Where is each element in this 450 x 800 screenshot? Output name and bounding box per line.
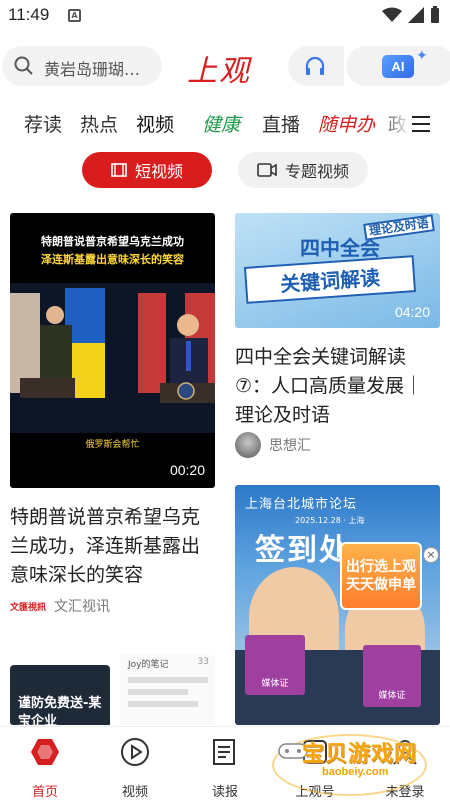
close-ad-icon[interactable]: × — [423, 547, 439, 563]
search-bar[interactable]: 黄岩岛珊瑚… — [2, 46, 162, 86]
video-duration: 00:20 — [169, 462, 205, 478]
overlay-sign: 签到处 — [255, 533, 351, 568]
topic-video-label: 专题视频 — [284, 162, 349, 181]
nav-video[interactable]: 视频 — [100, 735, 170, 800]
press-badge: 媒体证 — [245, 635, 305, 695]
floating-ad-banner[interactable]: 出行选上观 天天做申单 — [340, 542, 422, 610]
source-name: 文汇视讯 — [54, 599, 111, 615]
app-header: 黄岩岛珊瑚… 上观 AI ✦ — [0, 44, 450, 90]
home-icon — [31, 739, 59, 765]
video-title[interactable]: 特朗普说普京希望乌克兰成功，泽连斯基露出意味深长的笑容 — [10, 503, 215, 590]
tab-suishenban[interactable]: 随申办 — [318, 110, 375, 137]
video-thumbnail-forum[interactable]: 上海台北城市论坛 2025.12.28 · 上海 签到处 媒体证 媒体证 出行选… — [235, 485, 440, 725]
video-source[interactable]: 思想汇 — [235, 432, 311, 458]
source-avatar — [235, 432, 261, 458]
video-title[interactable]: 四中全会关键词解读⑦：人口高质量发展｜理论及时语 — [235, 343, 440, 430]
topic-video-tab[interactable]: 专题视频 — [238, 152, 368, 188]
overlay-header: 上海台北城市论坛 — [245, 497, 358, 512]
video-duration: 04:20 — [394, 304, 430, 320]
channel-tabs: 荐读 热点 视频 健康 直播 随申办 政 — [0, 104, 450, 144]
overlay-caption: 俄罗斯会帮忙 — [85, 440, 140, 450]
press-scene-image — [10, 283, 215, 433]
clock: 11:49 — [8, 5, 50, 24]
video-play-icon — [121, 738, 149, 766]
chat-likes: 33 — [197, 657, 209, 667]
nav-video-label: 视频 — [121, 785, 148, 800]
overlay-text: 谨防免费送-某宝企业 — [18, 696, 102, 725]
ai-badge: AI — [382, 55, 414, 78]
overlay-line-2: 泽连斯基露出意味深长的笑容 — [41, 253, 184, 266]
search-placeholder: 黄岩岛珊瑚… — [44, 60, 141, 79]
chat-meta: Joy的笔记 — [128, 660, 169, 670]
audio-button[interactable] — [288, 46, 344, 86]
nav-home-label: 首页 — [31, 785, 58, 800]
site-watermark: 宝贝游戏网 baobeiy.com — [272, 734, 427, 796]
wifi-icon — [382, 7, 402, 22]
video-thumbnail-scam-warning[interactable]: 谨防免费送-某宝企业 Joy的笔记 33 — [10, 655, 215, 725]
overlay-line-1: 特朗普说普京希望乌克兰成功 — [41, 235, 184, 248]
search-icon — [14, 56, 33, 75]
tab-health[interactable]: 健康 — [202, 110, 240, 137]
newspaper-icon — [213, 739, 235, 765]
app-logo: 上观 — [187, 54, 251, 89]
status-bar: 11:49 A — [0, 0, 450, 32]
watermark-text: 宝贝游戏网 — [302, 742, 418, 767]
film-icon — [111, 163, 127, 177]
tab-hot[interactable]: 热点 — [80, 110, 118, 137]
video-thumbnail-theory[interactable]: 四中全会 关键词解读 理论及时语 04:20 — [235, 213, 440, 328]
headphones-icon — [305, 56, 325, 75]
channel-menu-icon[interactable] — [412, 116, 430, 137]
video-thumbnail-trump-zelensky[interactable]: 特朗普说普京希望乌克兰成功 泽连斯基露出意味深长的笑容 俄罗斯会帮忙 00:20 — [10, 213, 215, 488]
short-video-label: 短视频 — [134, 162, 183, 181]
ai-assistant-button[interactable]: AI ✦ — [346, 46, 450, 86]
tab-recommended[interactable]: 荐读 — [24, 110, 62, 137]
video-camera-icon — [257, 163, 277, 177]
nav-newspaper[interactable]: 读报 — [190, 735, 260, 800]
watermark-url: baobeiy.com — [322, 766, 389, 778]
video-source[interactable]: 文匯視訊 文汇视讯 — [10, 596, 110, 616]
source-name: 思想汇 — [269, 438, 311, 454]
source-logo-icon: 文匯視訊 — [10, 602, 47, 613]
app-notification-icon: A — [68, 9, 81, 22]
tab-video[interactable]: 视频 — [136, 110, 174, 137]
press-badge: 媒体证 — [363, 645, 421, 707]
nav-newspaper-label: 读报 — [211, 785, 238, 800]
sparkle-icon: ✦ — [416, 48, 428, 64]
nav-home[interactable]: 首页 — [10, 735, 80, 800]
battery-icon — [431, 6, 439, 23]
tab-live[interactable]: 直播 — [262, 110, 300, 137]
short-video-tab[interactable]: 短视频 — [82, 152, 212, 188]
overlay-main-text: 关键词解读 — [243, 255, 417, 304]
cell-signal-icon — [408, 7, 424, 23]
